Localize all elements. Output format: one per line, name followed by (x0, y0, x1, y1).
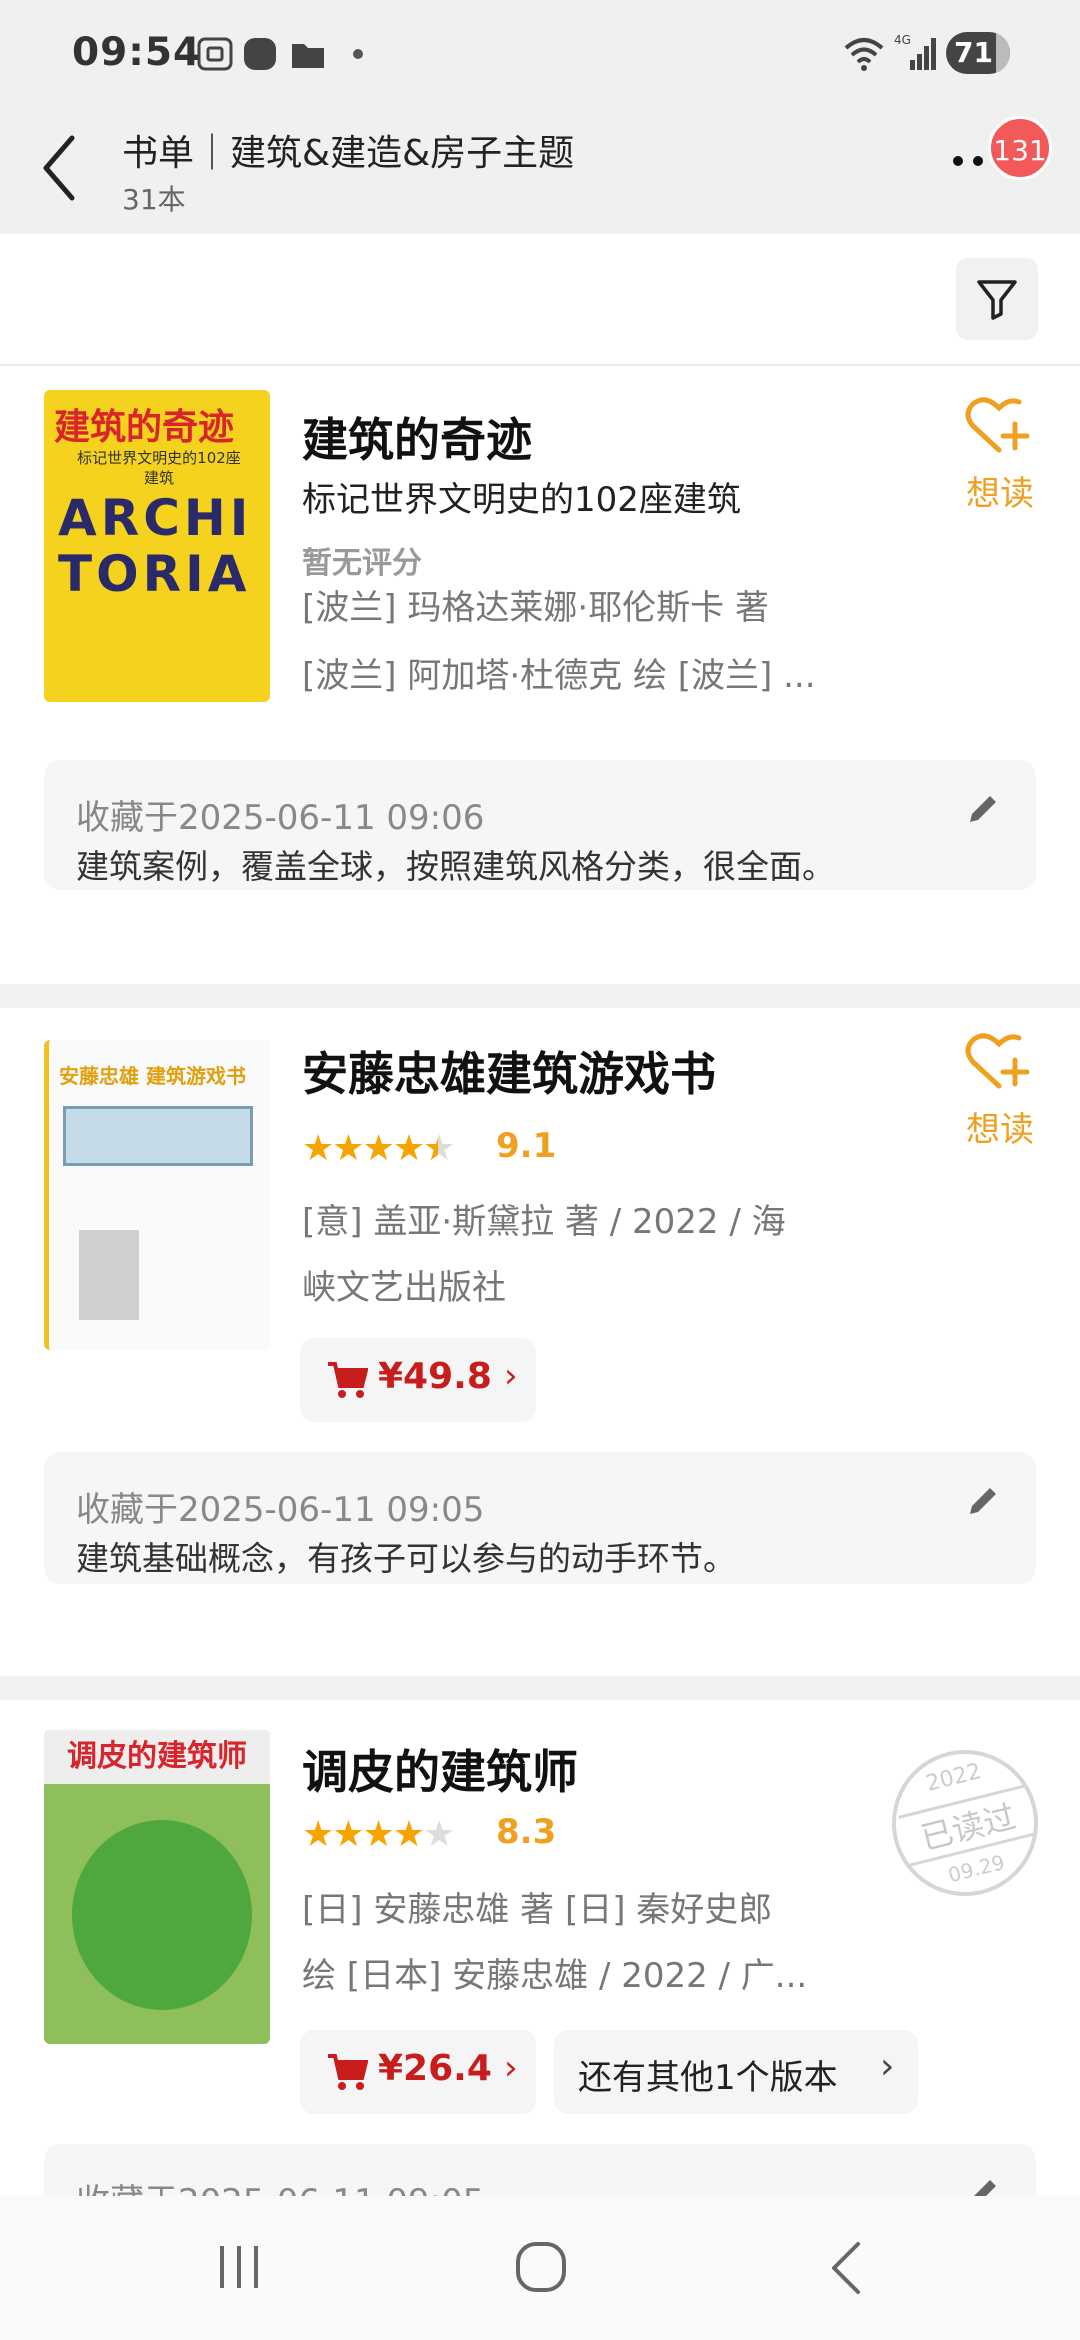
buy-button[interactable]: ¥26.4 › (300, 2030, 536, 2114)
book-subtitle: 标记世界文明史的102座建筑 (302, 480, 741, 520)
recent-apps-icon[interactable] (214, 2242, 264, 2292)
page-title: 书单｜建筑&建造&房子主题 (122, 133, 575, 174)
rating-stars: ★★★★★★ (302, 1128, 455, 1169)
cart-icon (328, 1362, 368, 1398)
book-author-extra: [波兰] 阿加塔·杜德克 绘 [波兰] ... (302, 656, 816, 696)
book-card[interactable]: 调皮的建筑师 调皮的建筑师 ★★★★★ 8.3 [日] 安藤忠雄 著 [日] 秦… (0, 1700, 1080, 2264)
book-card[interactable]: 安藤忠雄 建筑游戏书 安藤忠雄建筑游戏书 ★★★★★★ 9.1 [意] 盖亚·斯… (0, 1008, 1080, 1676)
price: ¥49.8 (378, 1356, 492, 1397)
heart-plus-icon (965, 1033, 1030, 1089)
read-stamp: 2022 已读过 09.29 (876, 1734, 1054, 1912)
back-nav-icon[interactable] (826, 2240, 866, 2296)
cover-apple-illustration (72, 1820, 252, 2010)
edit-pen-icon[interactable] (966, 1484, 1000, 1518)
chevron-right-icon: › (504, 1356, 518, 1396)
battery-indicator: 71 (946, 32, 1010, 74)
more-notifications-dot-icon (353, 49, 363, 59)
battery-level: 71 (954, 36, 993, 69)
cover-illustration (63, 1106, 253, 1166)
book-author: [日] 安藤忠雄 著 [日] 秦好史郎 (302, 1890, 773, 1930)
cover-subtitle: 标记世界文明史的102座建筑 (77, 449, 241, 487)
book-title[interactable]: 安藤忠雄建筑游戏书 (302, 1038, 716, 1104)
more-options-icon[interactable] (952, 154, 986, 168)
cover-title: 安藤忠雄 建筑游戏书 (59, 1064, 246, 1088)
card-separator (0, 984, 1080, 1008)
back-arrow-icon[interactable] (38, 128, 78, 208)
price: ¥26.4 (378, 2048, 492, 2089)
rating-stars: ★★★★★ (302, 1814, 455, 1855)
book-author: [意] 盖亚·斯黛拉 著 / 2022 / 海 (302, 1202, 786, 1242)
cover-letters: ARCHITORIA (58, 489, 253, 603)
note-text: 建筑基础概念，有孩子可以参与的动手环节。 (76, 1539, 736, 1578)
svg-text:4G: 4G (894, 33, 911, 47)
want-to-read-label: 想读 (966, 1110, 1034, 1150)
collected-date: 收藏于2025-06-11 09:06 (76, 798, 485, 838)
card-separator (0, 1676, 1080, 1700)
book-card[interactable]: 建筑的奇迹 标记世界文明史的102座建筑 ARCHITORIA 建筑的奇迹 标记… (0, 366, 1080, 984)
chevron-right-icon: › (880, 2046, 895, 2087)
book-publisher: 峡文艺出版社 (302, 1268, 506, 1308)
status-bar: 09:54 4G 71 (0, 0, 1080, 108)
app-notification-icon (244, 38, 276, 70)
home-icon[interactable] (514, 2240, 568, 2294)
want-to-read-button[interactable]: 想读 (960, 396, 1040, 515)
buy-button[interactable]: ¥49.8 › (300, 1338, 536, 1422)
rating-score: 8.3 (496, 1812, 557, 1852)
folder-icon (292, 44, 324, 68)
notification-badge[interactable]: 131 (988, 116, 1052, 180)
book-title[interactable]: 调皮的建筑师 (302, 1736, 578, 1802)
note-text: 建筑案例，覆盖全球，按照建筑风格分类，很全面。 (76, 847, 835, 886)
cover-title: 调皮的建筑师 (44, 1730, 270, 1784)
filter-button[interactable] (956, 258, 1038, 340)
want-to-read-button[interactable]: 想读 (960, 1032, 1040, 1151)
want-to-read-label: 想读 (966, 474, 1034, 514)
system-navigation-bar (0, 2196, 1080, 2340)
screenshot-icon (197, 37, 233, 71)
book-cover[interactable]: 建筑的奇迹 标记世界文明史的102座建筑 ARCHITORIA (44, 390, 270, 702)
other-versions-label: 还有其他1个版本 (578, 2058, 838, 2098)
book-title[interactable]: 建筑的奇迹 (302, 404, 532, 470)
filter-bar (0, 234, 1080, 366)
collection-note[interactable]: 收藏于2025-06-11 09:05 建筑基础概念，有孩子可以参与的动手环节。 (44, 1452, 1036, 1584)
collection-note[interactable]: 收藏于2025-06-11 09:06 建筑案例，覆盖全球，按照建筑风格分类，很… (44, 760, 1036, 890)
book-count: 31本 (122, 183, 186, 216)
heart-plus-icon (965, 397, 1030, 453)
other-versions-button[interactable]: 还有其他1个版本 › (554, 2030, 918, 2114)
book-author: [波兰] 玛格达莱娜·耶伦斯卡 著 (302, 588, 769, 628)
wifi-icon (844, 38, 884, 71)
chevron-right-icon: › (504, 2048, 518, 2088)
cover-illustration-block (79, 1230, 139, 1320)
book-cover[interactable]: 安藤忠雄 建筑游戏书 (44, 1040, 270, 1350)
edit-pen-icon[interactable] (966, 792, 1000, 826)
rating-score: 9.1 (496, 1126, 557, 1166)
filter-icon (977, 280, 1017, 320)
book-publisher: 绘 [日本] 安藤忠雄 / 2022 / 广... (302, 1956, 808, 1996)
cellular-signal-icon: 4G (894, 33, 936, 70)
book-cover[interactable]: 调皮的建筑师 (44, 1730, 270, 2044)
collected-date: 收藏于2025-06-11 09:05 (76, 1490, 485, 1530)
cover-title: 建筑的奇迹 (54, 407, 235, 448)
status-time: 09:54 (72, 30, 202, 75)
cart-icon (328, 2054, 368, 2090)
page-header: 书单｜建筑&建造&房子主题 31本 131 (0, 108, 1080, 234)
